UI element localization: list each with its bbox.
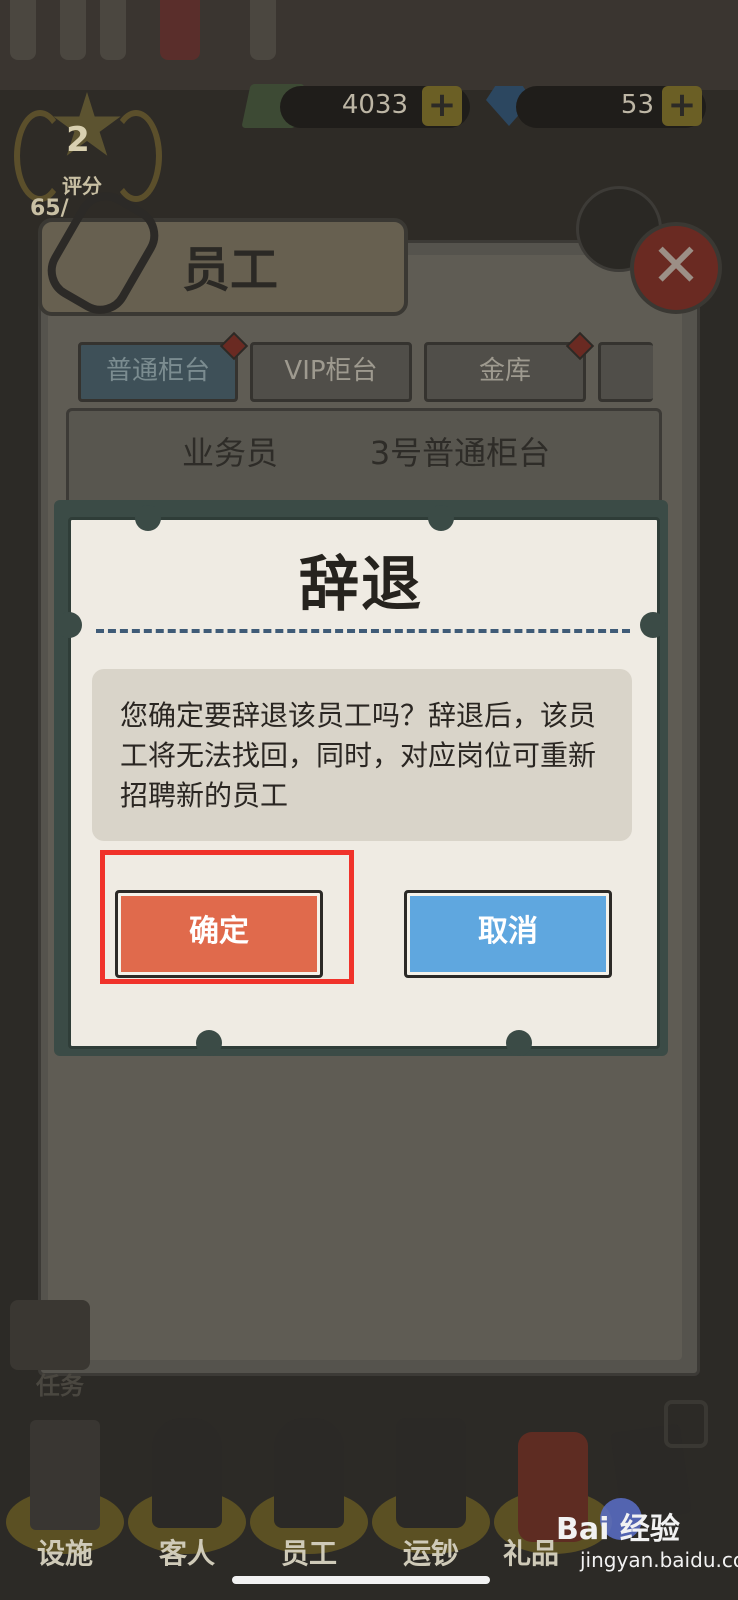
highlight-box (100, 850, 354, 984)
dialog-title: 辞退 (299, 550, 423, 620)
lock-icon (664, 1400, 708, 1448)
dialog-message: 您确定要辞退该员工吗？辞退后，该员工将无法找回，同时，对应岗位可重新招聘新的员工 (120, 699, 597, 812)
add-cash-button[interactable]: + (422, 86, 462, 126)
panel-title: 员工 (181, 242, 278, 298)
nav-staff[interactable]: 员工 (254, 1532, 364, 1572)
tab-regular-counter[interactable]: 普通柜台 (78, 342, 238, 402)
staff-seat: 3号普通柜台 (369, 434, 551, 472)
watermark-url: jingyan.baidu.com (580, 1548, 738, 1572)
cash-value: 4033 (341, 90, 408, 120)
add-gems-button[interactable]: + (662, 86, 702, 126)
dashed-divider (96, 629, 630, 633)
scene-decoration (10, 0, 36, 60)
close-button[interactable]: ✕ (630, 222, 722, 314)
cash-transport-icon (396, 1418, 466, 1528)
customer-icon (152, 1418, 222, 1528)
gem-value: 53 (620, 90, 654, 120)
staff-icon (274, 1418, 344, 1528)
facility-icon (30, 1420, 100, 1530)
quest-label: 任务 (36, 1372, 84, 1400)
watermark-brand: Bai 经验 (556, 1512, 680, 1547)
tab-more[interactable] (598, 342, 653, 402)
frame-notch (196, 1030, 222, 1056)
quest-board-icon[interactable] (10, 1300, 90, 1370)
laurel-right-icon (110, 110, 162, 202)
tab-vault[interactable]: 金库 (424, 342, 586, 402)
staff-role: 业务员 (181, 434, 278, 472)
frame-notch (428, 505, 454, 531)
frame-notch (506, 1030, 532, 1056)
nav-facilities[interactable]: 设施 (10, 1532, 120, 1572)
tab-vip-counter[interactable]: VIP柜台 (250, 342, 412, 402)
scene-decoration (250, 0, 276, 60)
scene-decoration (60, 0, 86, 60)
scene-decoration (100, 0, 126, 60)
scene-decoration (160, 0, 200, 60)
home-indicator[interactable] (232, 1576, 490, 1584)
nav-customers[interactable]: 客人 (132, 1532, 242, 1572)
frame-notch (135, 505, 161, 531)
cancel-button[interactable]: 取消 (404, 890, 612, 978)
rating-level: 2 (66, 120, 90, 160)
nav-cash-transport[interactable]: 运钞 (376, 1532, 486, 1572)
